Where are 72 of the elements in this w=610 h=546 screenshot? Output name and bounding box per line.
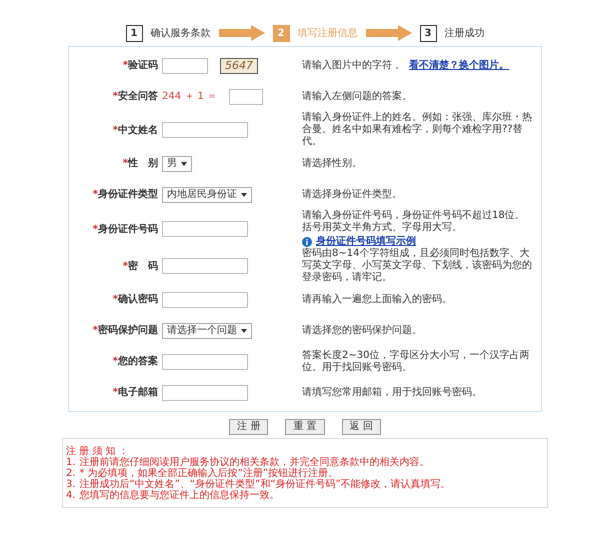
notice-number: 3. [66,479,76,490]
input-field[interactable] [162,384,248,400]
step-number: 2 [272,24,290,42]
hint-text: 请输入身份证件号码，身份证件号码不超过18位。括号用英文半角方式、字母用大写。 [302,210,525,233]
required-mark: * [112,90,118,104]
field-label: 您的答案 [118,354,158,369]
field-label: 确认密码 [118,292,158,307]
required-mark: * [122,158,128,171]
required-mark: * [112,124,118,138]
field-label: 性 别 [128,156,158,171]
notice-text: 注册成功后“中文姓名”、“身份证件类型”和“身份证件号码”不能修改，请认真填写。 [80,479,451,490]
input-field[interactable] [162,58,208,74]
hint-text: 请选择身份证件类型。 [302,188,402,200]
notice-number: 2. [66,468,76,479]
hint-text: 请输入左侧问题的答案。 [302,90,412,102]
form-button[interactable]: 注 册 [229,419,268,435]
step-label: 确认服务条款 [150,26,210,40]
notice-number: 4. [66,490,76,501]
math-question: 244 ＋ 1 ＝ [162,90,217,104]
info-icon [302,237,312,247]
arrow-icon [218,25,264,41]
hint-text: 密码由8~14个字符组成，且必须同时包括数字、大写英文字母、小写英文字母、下划线，该密码为您的登录密码，请牢记。 [302,248,532,283]
required-mark: * [122,260,128,274]
form-button[interactable]: 重 置 [285,419,325,435]
input-field[interactable] [162,122,248,138]
hint-text: 请输入身份证件上的姓名。例如：张强、库尔班・热合曼。姓名中如果有难检字，则每个难检字用??替代。 [302,112,532,147]
field-label: 验证码 [128,58,158,73]
notice-number: 1. [66,457,76,468]
field-label: 密 码 [128,260,158,274]
link[interactable]: 看不清楚？换个图片。 [409,60,510,70]
input-field[interactable] [162,221,248,237]
required-mark: * [112,386,118,400]
hint-text: 请输入图片中的字符 。 [302,60,406,70]
caret-icon [241,328,247,332]
link[interactable]: 身份证件号码填写示例 [316,236,416,248]
required-mark: * [92,324,98,338]
input-field[interactable] [162,292,248,308]
caret-icon [241,192,247,196]
hint-text: 请填写您常用邮箱，用于找回账号密码。 [302,386,482,398]
hint-text: 答案长度2~30位，字母区分大小写，一个汉字占两位。用于找回账号密码。 [302,350,530,372]
captcha-image[interactable]: 5647 [220,58,258,74]
input-field[interactable] [162,354,248,370]
field-label: 电子邮箱 [118,386,158,400]
dropdown[interactable]: 内地居民身份证 [162,186,252,202]
field-label: 身份证件类型 [98,188,158,202]
field-label: 身份证件号码 [98,222,158,236]
input-field[interactable] [229,88,263,104]
notice-title: 注 册 须 知 ： [66,446,130,457]
hint-text: 请选择性别。 [302,158,362,168]
field-label: 中文姓名 [118,124,158,138]
required-mark: * [122,60,128,73]
field-label: 密码保护问题 [98,323,158,338]
caret-icon [181,162,187,166]
dropdown[interactable]: 请选择一个问题 [162,322,252,338]
field-label: 安全问答 [118,89,158,104]
input-field[interactable] [162,258,248,274]
form-button[interactable]: 返 回 [342,419,381,435]
required-mark: * [112,294,118,307]
notice-text: 注册前请您仔细阅读用户服务协议的相关条款，并完全同意条款中的相关内容。 [80,457,430,468]
step-label: 注册成功 [444,26,484,40]
hint-text: 请选择您的密码保护问题。 [302,324,422,336]
hint-text: 请再输入一遍您上面输入的密码。 [302,294,452,304]
step-number: 3 [420,24,436,42]
step-label: 填写注册信息 [298,26,358,40]
notice-text: * 为必填项，如果全部正确输入后按“注册”按钮进行注册。 [80,468,338,479]
required-mark: * [92,222,98,236]
dropdown[interactable]: 男 [162,156,192,172]
step-number: 1 [126,24,142,42]
notice-text: 您填写的信息要与您证件上的信息保持一致。 [80,490,280,501]
required-mark: * [92,188,98,202]
required-mark: * [112,356,118,369]
arrow-icon [366,25,412,41]
